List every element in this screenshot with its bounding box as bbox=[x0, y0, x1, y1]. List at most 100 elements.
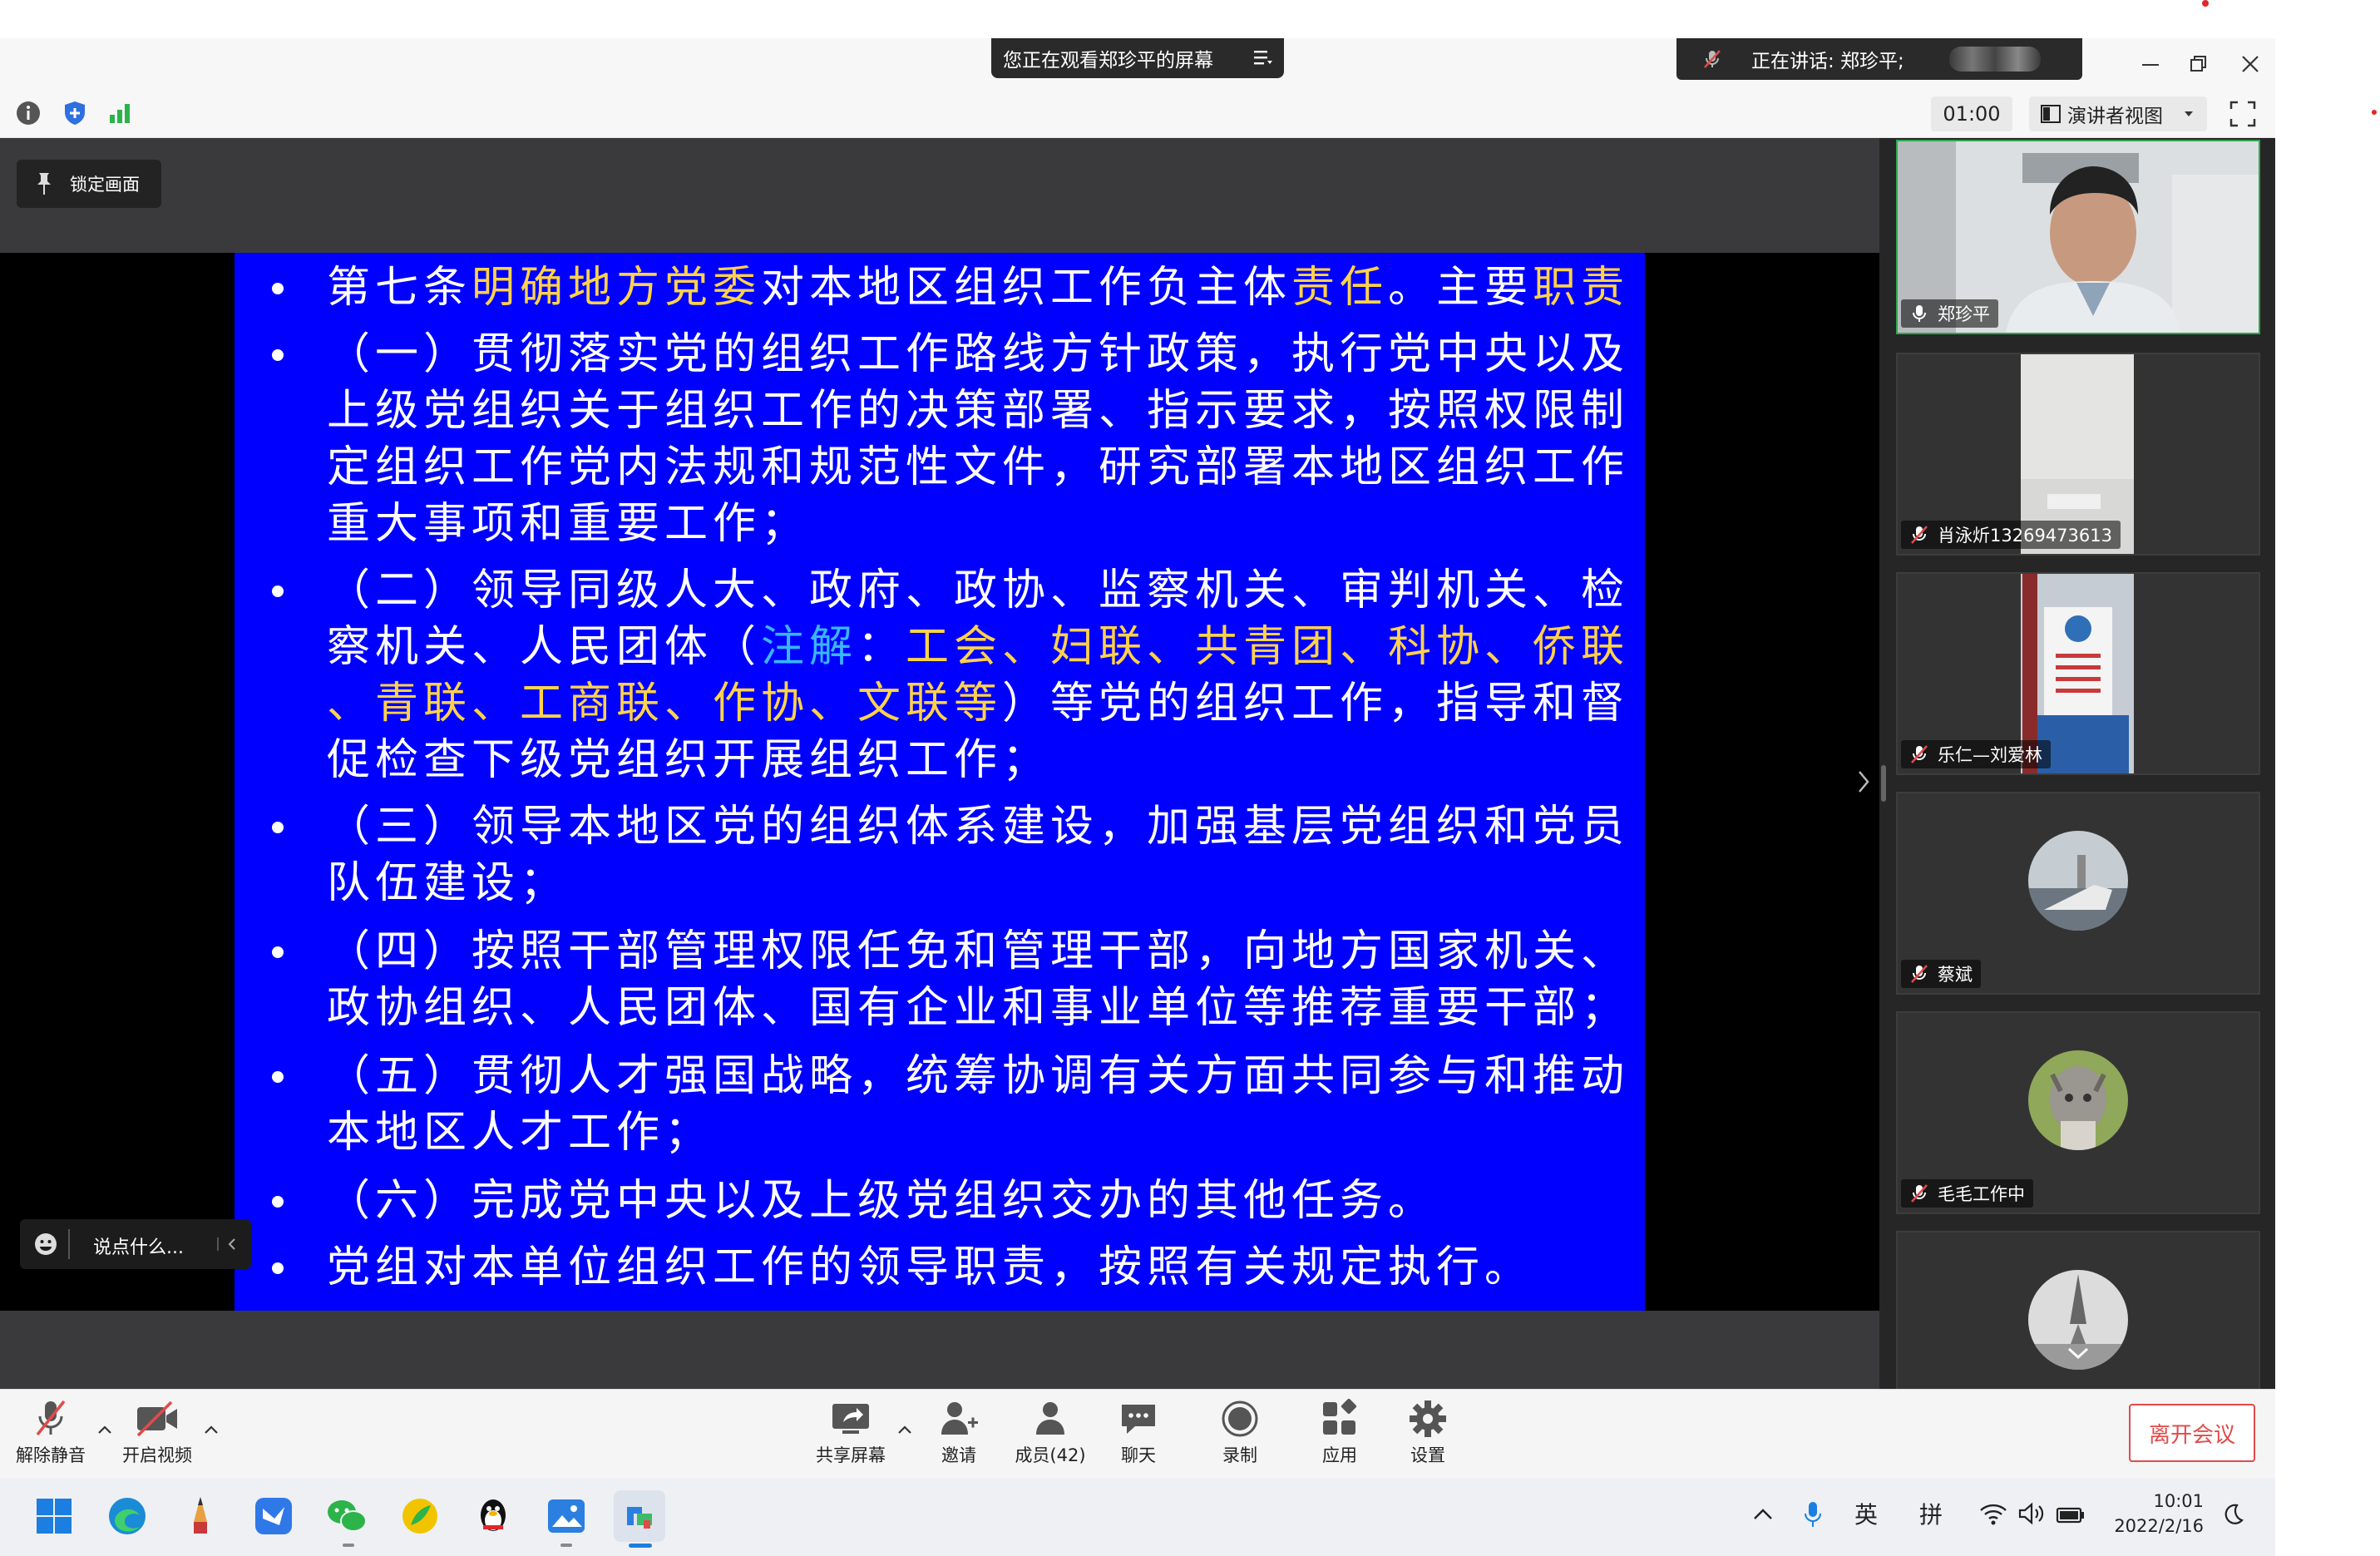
slide-line: （一）贯彻落实党的组织工作路线方针政策，执行党中央以及 bbox=[327, 329, 1630, 379]
bullet-7 bbox=[272, 1196, 284, 1208]
participant-tile[interactable]: 蔡斌 bbox=[1896, 792, 2260, 995]
settings-label: 设置 bbox=[1410, 1445, 1445, 1465]
bullet-2 bbox=[272, 349, 284, 361]
chevron-down-icon bbox=[2185, 111, 2193, 116]
red-dot bbox=[2202, 0, 2209, 7]
settings-button[interactable]: 设置 bbox=[1382, 1397, 1474, 1472]
signal-icon[interactable] bbox=[106, 100, 133, 126]
muted-mic-icon bbox=[1911, 526, 1928, 544]
scroll-down-icon[interactable] bbox=[2064, 1344, 2092, 1362]
taskbar-qq[interactable] bbox=[467, 1490, 519, 1542]
invite-button[interactable]: 邀请 bbox=[913, 1397, 1005, 1472]
chevron-up-icon[interactable] bbox=[896, 1424, 913, 1435]
restore-button[interactable] bbox=[2182, 50, 2215, 78]
chevron-up-icon[interactable] bbox=[203, 1424, 220, 1435]
invite-label: 邀请 bbox=[941, 1445, 976, 1465]
pencil-icon bbox=[194, 1497, 207, 1534]
avatar bbox=[2028, 831, 2128, 931]
taskbar-clock[interactable]: 10:01 2022/2/16 bbox=[2104, 1489, 2204, 1539]
fullscreen-icon[interactable] bbox=[2229, 100, 2257, 128]
taskbar-wechat[interactable] bbox=[321, 1490, 373, 1542]
ime-mode[interactable]: 拼 bbox=[1919, 1497, 1943, 1530]
muted-mic-icon bbox=[36, 1400, 66, 1436]
taskbar-feishu[interactable] bbox=[248, 1490, 299, 1542]
collapse-left-icon[interactable] bbox=[216, 1236, 241, 1252]
record-icon bbox=[1222, 1400, 1258, 1437]
start-video-button[interactable]: 开启视频 bbox=[111, 1397, 203, 1472]
participant-name-bar: 肖泳炘13269473613 bbox=[1901, 521, 2121, 549]
ime-language[interactable]: 英 bbox=[1854, 1497, 1878, 1530]
taskbar-tencent-meeting[interactable] bbox=[614, 1490, 665, 1542]
participant-name-bar: 郑珍平 bbox=[1901, 299, 1998, 328]
slide-line: （六）完成党中央以及上级党组织交办的其他任务。 bbox=[327, 1176, 1437, 1226]
taskbar-edge[interactable] bbox=[101, 1490, 153, 1542]
muted-mic-icon bbox=[1704, 50, 1721, 68]
mic-icon[interactable] bbox=[1803, 1500, 1823, 1529]
chat-placeholder: 说点什么... bbox=[93, 1237, 184, 1258]
participant-tile[interactable] bbox=[1896, 1231, 2260, 1389]
participant-tile[interactable]: 肖泳炘13269473613 bbox=[1896, 353, 2260, 556]
chat-button[interactable]: 聊天 bbox=[1093, 1397, 1184, 1472]
share-screen-button[interactable]: 共享屏幕 bbox=[805, 1397, 896, 1472]
close-icon bbox=[2242, 56, 2259, 72]
participant-name-bar: 蔡斌 bbox=[1901, 960, 1981, 988]
members-button[interactable]: 成员(42) bbox=[1005, 1397, 1096, 1472]
edge-icon bbox=[109, 1498, 146, 1534]
participant-tile[interactable]: 乐仁—刘爱林 bbox=[1896, 572, 2260, 775]
chevron-up-icon[interactable] bbox=[1751, 1505, 1775, 1522]
taskbar-photos[interactable] bbox=[541, 1490, 592, 1542]
meeting-window: 您正在观看郑珍平的屏幕 正在讲话: 郑珍平; 01:00 演讲者视图 锁定画面 … bbox=[0, 0, 2275, 1556]
menu-icon[interactable] bbox=[1252, 48, 1272, 67]
participant-tile[interactable]: 郑珍平 bbox=[1896, 140, 2260, 334]
emoji-icon[interactable] bbox=[33, 1232, 58, 1257]
windows-icon bbox=[37, 1499, 72, 1534]
members-icon bbox=[1036, 1402, 1064, 1435]
shield-icon[interactable] bbox=[62, 100, 88, 126]
slide-line: 政协组织、人民团体、国有企业和事业单位等推荐重要干部； bbox=[327, 983, 1630, 1033]
unmute-button[interactable]: 解除静音 bbox=[5, 1397, 96, 1472]
volume-icon[interactable] bbox=[2017, 1502, 2046, 1525]
chat-label: 聊天 bbox=[1121, 1445, 1156, 1465]
battery-icon[interactable] bbox=[2056, 1504, 2086, 1525]
apps-label: 应用 bbox=[1322, 1445, 1357, 1465]
slide-line: 第七条明确地方党委对本地区组织工作负主体责任。主要职责 bbox=[327, 263, 1630, 313]
taskbar-app-yellow[interactable] bbox=[394, 1490, 446, 1542]
participant-name-bar: 毛毛工作中 bbox=[1901, 1179, 2033, 1208]
expand-rail-icon[interactable] bbox=[1853, 765, 1874, 798]
close-button[interactable] bbox=[2234, 50, 2267, 78]
speaking-label: 正在讲话: 郑珍平; bbox=[1751, 51, 1904, 72]
taskbar-pencil[interactable] bbox=[175, 1490, 226, 1542]
apps-button[interactable]: 应用 bbox=[1294, 1397, 1385, 1472]
leave-meeting-button[interactable]: 离开会议 bbox=[2129, 1404, 2255, 1462]
wifi-icon[interactable] bbox=[1979, 1502, 2007, 1525]
viewing-banner-label: 您正在观看郑珍平的屏幕 bbox=[1003, 50, 1213, 72]
participant-name-bar: 乐仁—刘爱林 bbox=[1901, 740, 2051, 768]
slide-line: 定组织工作党内法规和规范性文件，研究部署本地区组织工作 bbox=[327, 442, 1630, 492]
bullet-6 bbox=[272, 1071, 284, 1083]
rail-resize-handle[interactable] bbox=[1881, 765, 1886, 802]
penguin-icon bbox=[481, 1499, 506, 1531]
viewing-banner[interactable]: 您正在观看郑珍平的屏幕 bbox=[991, 38, 1284, 78]
muted-mic-icon bbox=[1911, 1184, 1928, 1203]
running-indicator bbox=[560, 1544, 572, 1547]
lock-view-label: 锁定画面 bbox=[70, 175, 140, 195]
speaker-view-label: 演讲者视图 bbox=[2067, 106, 2163, 127]
record-button[interactable]: 录制 bbox=[1194, 1397, 1286, 1472]
speaking-indicator: 正在讲话: 郑珍平; bbox=[1676, 38, 2082, 80]
slide-line: 促检查下级党组织开展组织工作； bbox=[327, 735, 1051, 785]
muted-mic-icon bbox=[1911, 965, 1928, 983]
photos-icon bbox=[548, 1499, 585, 1533]
start-button[interactable] bbox=[28, 1490, 80, 1542]
speaker-view-dropdown[interactable]: 演讲者视图 bbox=[2029, 96, 2207, 131]
chevron-up-icon[interactable] bbox=[96, 1424, 113, 1435]
minimize-button[interactable] bbox=[2134, 50, 2167, 78]
bullet-1 bbox=[272, 283, 284, 294]
meeting-icon bbox=[627, 1507, 652, 1529]
info-icon[interactable] bbox=[15, 100, 42, 126]
lock-view-button[interactable]: 锁定画面 bbox=[17, 160, 161, 208]
leaf-icon bbox=[402, 1499, 437, 1534]
wechat-icon bbox=[328, 1500, 367, 1532]
quick-chat-input[interactable]: 说点什么... bbox=[20, 1219, 251, 1269]
moon-icon[interactable] bbox=[2220, 1502, 2245, 1527]
participant-tile[interactable]: 毛毛工作中 bbox=[1896, 1011, 2260, 1214]
